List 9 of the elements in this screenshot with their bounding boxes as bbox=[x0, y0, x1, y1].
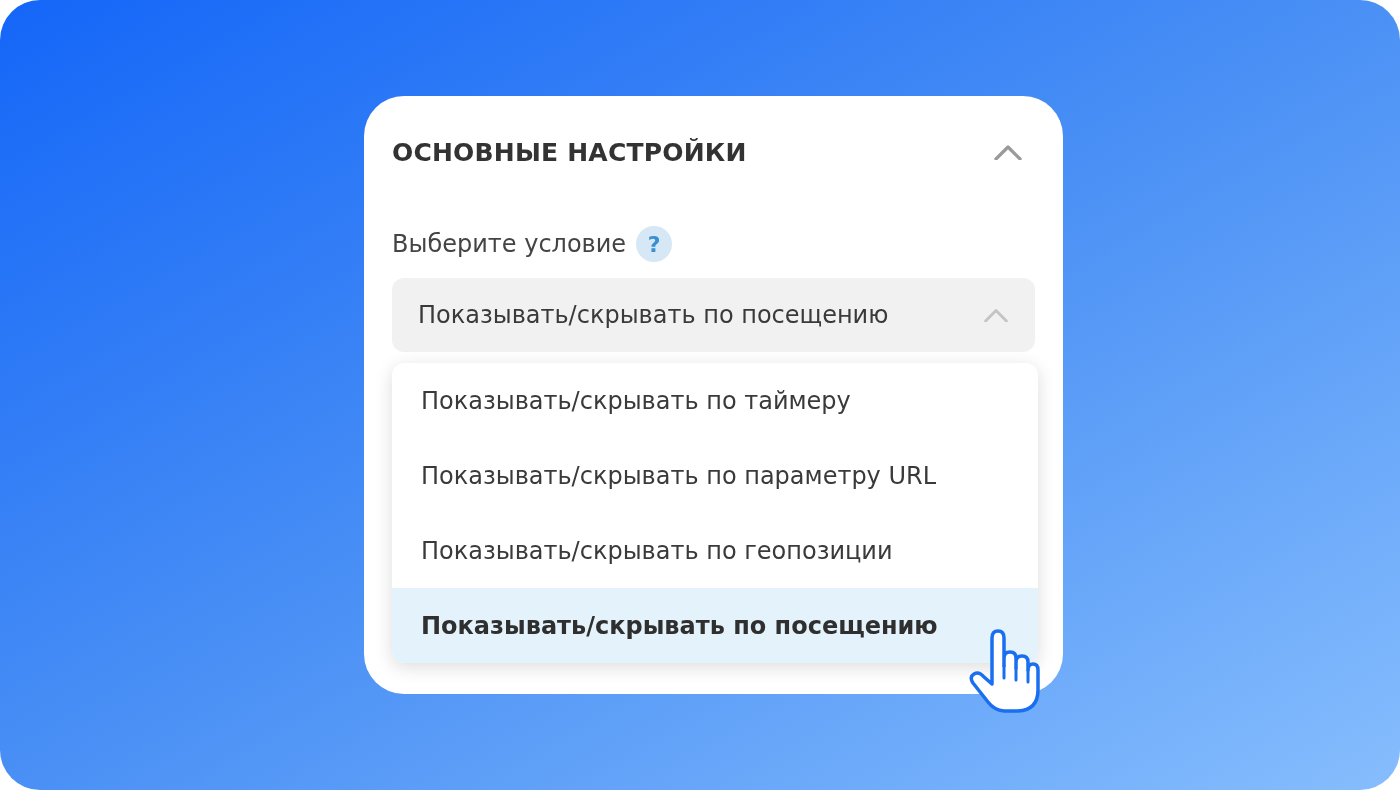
field-label: Выберите условие bbox=[392, 230, 627, 258]
chevron-icon bbox=[993, 143, 1023, 161]
section-title: ОСНОВНЫЕ НАСТРОЙКИ bbox=[392, 137, 747, 167]
dropdown-option[interactable]: Показывать/скрывать по геопозиции bbox=[392, 513, 1038, 588]
dropdown-option[interactable]: Показывать/скрывать по параметру URL bbox=[392, 438, 1038, 513]
dropdown-option[interactable]: Показывать/скрывать по таймеру bbox=[392, 363, 1038, 438]
chevron-icon bbox=[983, 307, 1009, 323]
condition-select[interactable]: Показывать/скрывать по посещению bbox=[392, 278, 1035, 352]
dropdown-option[interactable]: Показывать/скрывать по посещению bbox=[392, 588, 1038, 663]
